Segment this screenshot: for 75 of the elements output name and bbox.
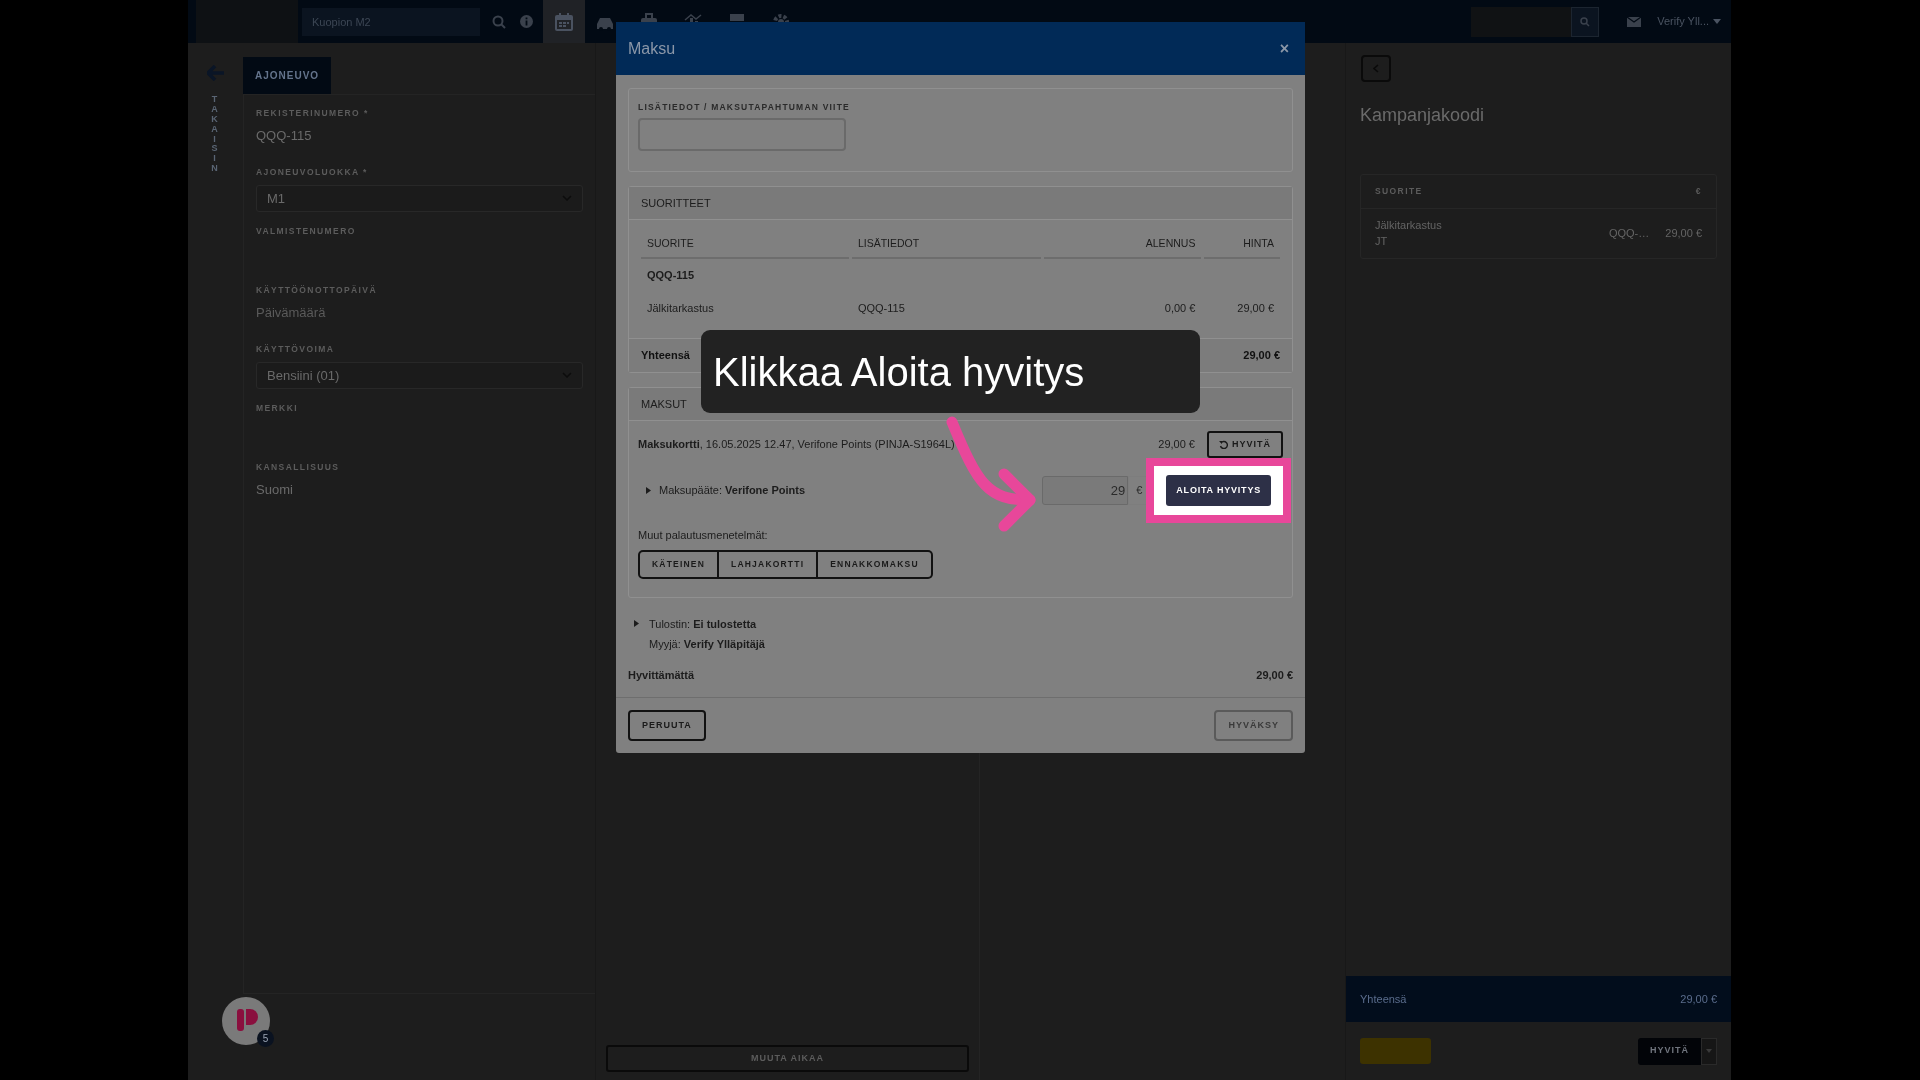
item-name: Jälkitarkastus (1375, 217, 1443, 233)
column-header: SUORITE (1375, 185, 1423, 198)
card-header: SUORITTEET (629, 186, 1292, 221)
refund-button[interactable]: HYVITÄ (1638, 1037, 1701, 1065)
seller-info: Myyjä: Verify Ylläpitäjä (649, 637, 765, 652)
total-label: Yhteensä (1360, 991, 1407, 1007)
info-icon[interactable] (520, 15, 533, 28)
chat-launcher-icon[interactable] (222, 997, 270, 1045)
payment-amount: 29,00 € (1158, 437, 1195, 453)
refund-method-button[interactable]: KÄTEINEN (638, 549, 720, 579)
column-header: € (1695, 185, 1702, 198)
select-value: M1 (267, 189, 286, 208)
total-value: 29,00 € (1680, 991, 1717, 1007)
column-header: ALENNUS (1043, 220, 1202, 259)
plate-cell-text: QQQ-… (1608, 226, 1650, 241)
table-cell-text: QQQ-115 (856, 300, 906, 316)
notification-badge: 5 (257, 1030, 274, 1047)
select-field[interactable]: M1 (256, 184, 583, 212)
other-methods-label: Muut palautusmenetelmät: (638, 528, 768, 543)
unrefunded-label: Hyvittämättä (628, 667, 695, 683)
column-header: SUORITE (641, 220, 849, 259)
dialog-title: Maksu (628, 38, 676, 59)
vehicle-tab[interactable]: AJONEUVO (243, 57, 332, 94)
campaign-code-title: Kampanjakoodi (1360, 104, 1485, 127)
refund-method-button[interactable]: LAHJAKORTTI (719, 549, 819, 579)
field-label: REKISTERINUMERO * (256, 107, 369, 120)
action-button[interactable] (1360, 1038, 1431, 1064)
refund-method-button[interactable]: ENNAKKOMAKSU (818, 549, 933, 579)
select-value: Bensiini (01) (267, 366, 340, 385)
expand-caret-icon[interactable] (646, 487, 651, 494)
table-cell-text: 0,00 € (1163, 300, 1197, 316)
user-menu[interactable]: Verify Yll... (1657, 13, 1709, 30)
field-value: QQQ-115 (256, 126, 312, 145)
terminal-info: Maksupääte: Verifone Points (659, 483, 806, 499)
item-code: JT (1375, 234, 1389, 250)
field-value: Suomi (256, 480, 293, 499)
search-icon[interactable] (492, 14, 506, 29)
calendar-icon[interactable] (554, 11, 574, 32)
change-time-button[interactable]: MUUTA AIKAA (606, 1045, 969, 1072)
search-icon (1580, 16, 1591, 27)
table-cell-text: 29,00 € (1236, 300, 1275, 316)
table-cell-text: Jälkitarkastus (646, 300, 715, 316)
start-refund-button[interactable]: ALOITA HYVITYS (1166, 475, 1271, 506)
search-field[interactable] (1471, 6, 1572, 37)
back-label[interactable]: TAKAISIN (211, 95, 220, 175)
expand-caret-icon[interactable] (634, 619, 639, 627)
tutorial-callout: Klikkaa Aloita hyvitys (701, 330, 1200, 413)
field-label: VALMISTENUMERO (256, 225, 356, 238)
caret-icon (1706, 1049, 1712, 1053)
search-button[interactable] (1571, 6, 1600, 37)
price-cell-text: 29,00 € (1665, 226, 1702, 241)
close-button[interactable]: × (1275, 36, 1293, 61)
date-field[interactable]: Päivämäärä (256, 302, 326, 323)
printer-info: Tulostin: Ei tulostetta (649, 616, 757, 632)
field-label: KÄYTTÖVOIMA (256, 343, 335, 356)
group-title: QQQ-115 (646, 268, 696, 283)
refund-button[interactable]: HYVITÄ (1207, 431, 1283, 458)
column-header: LISÄTIEDOT (851, 220, 1041, 259)
total-label: Yhteensä (641, 348, 690, 363)
select-field[interactable]: Bensiini (01) (256, 361, 583, 389)
unrefunded-value: 29,00 € (1256, 667, 1293, 683)
undo-icon (1219, 440, 1228, 449)
refund-amount-field[interactable]: 29 (1042, 476, 1129, 505)
field-label: MERKKI (256, 402, 298, 415)
mail-icon[interactable] (1627, 16, 1642, 27)
field-label: AJONEUVOLUOKKA * (256, 166, 368, 179)
cancel-button[interactable]: PERUUTA (628, 710, 706, 741)
payment-description: Maksukortti, 16.05.2025 12.47, Verifone Points (PINJA-S1964L) (638, 437, 955, 453)
dropdown-toggle-button[interactable] (1701, 1037, 1717, 1065)
total-value: 29,00 € (1243, 348, 1280, 363)
caret-icon (1713, 19, 1721, 24)
field-label: KANSALLISUUS (256, 461, 340, 474)
field-label: LISÄTIEDOT / MAKSUTAPAHTUMAN VIITE (638, 101, 850, 114)
field-label: KÄYTTÖÖNOTTOPÄIVÄ (256, 284, 377, 297)
column-header: HINTA (1204, 220, 1280, 259)
